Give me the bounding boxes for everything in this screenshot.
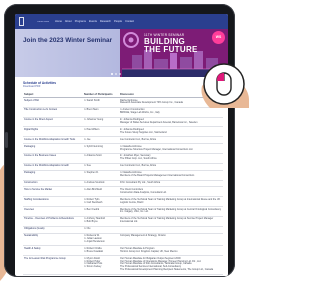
schedule-table: Subject Number of Participants Discussio… xyxy=(23,92,223,275)
cell-discussion: In: Jonathan Myer, Secretary The Pillow C… xyxy=(119,153,223,164)
carousel-dot[interactable] xyxy=(119,73,121,75)
cell-subject: Timeline - Overview of Problems & Resolu… xyxy=(23,216,83,227)
banner-title-line2: THE FUTURE xyxy=(144,45,198,54)
table-row: Health & Safety n: Robert Ortolla n: Bruce… xyxy=(23,245,223,257)
table-row: Digital Rights n: Paul Wilson In: Johanna … xyxy=(23,126,223,138)
cell-participants: n: Ben Fredrik xyxy=(83,206,119,217)
table-row: Packaging n: Stephen D. n: Natasha Ambrose… xyxy=(23,170,223,181)
top-navigation: Home About Programs Events Research Peop… xyxy=(55,20,134,23)
cell-discussion: n: Ancient Construction BRIDGE, Stage Lab… xyxy=(119,107,223,118)
banner-title: BUILDING THE FUTURE xyxy=(144,38,198,54)
nav-item-home[interactable]: Home xyxy=(55,20,62,23)
cell-subject: Obligations (Goals) xyxy=(23,226,83,234)
table-row: Title Construction Let's Contest n: Brent… xyxy=(23,107,223,118)
cell-subject: Course in the Direct Aspect xyxy=(23,117,83,128)
nav-item-people[interactable]: People xyxy=(114,20,122,23)
cell-participants: n: Sarah Smith xyxy=(83,97,119,108)
cell-discussion xyxy=(119,226,223,234)
table-row: The 12-Lesson Risk Programme Group n: Myr… xyxy=(23,255,223,275)
cell-subject: Subject of Bid xyxy=(23,97,83,108)
nav-item-events[interactable]: Events xyxy=(89,20,97,23)
table-body: Subject of Bid n: Sarah Smith Rachel Ambro… xyxy=(23,97,223,275)
cell-participants: n: Stephen D. xyxy=(83,170,119,181)
table-row: Course in the Workflow Adaptation Growth… xyxy=(23,163,223,171)
tablet-side-button xyxy=(5,132,8,148)
cell-subject: Course in the Workflow Adaptation Growth… xyxy=(23,136,83,145)
nav-item-about[interactable]: About xyxy=(65,20,72,23)
gear-graphic-icon xyxy=(123,32,139,48)
cell-discussion: n: Natasha Ambrose Programme Structure Pr… xyxy=(119,143,223,154)
table-row: Construction n: Andrew Scurlock D.M. Consu… xyxy=(23,180,223,188)
nav-item-contact[interactable]: Contact xyxy=(125,20,134,23)
cell-subject: Course in the Business Cases xyxy=(23,153,83,164)
download-link[interactable]: Download PDF xyxy=(23,85,40,88)
cell-participants: n: Rebecca W. n: Julian Lawson n: Anjali H… xyxy=(83,233,119,247)
ws-badge: WS xyxy=(212,31,225,44)
table-row: Course in the Workflow Adaptation Growth… xyxy=(23,136,223,145)
table-row: Obligations (Goals) n: Olu xyxy=(23,226,223,234)
cell-subject: How to Survive the Market xyxy=(23,186,83,198)
tablet-screen: Cornell University College of Architectu… xyxy=(15,14,228,276)
cell-discussion: In: Johanna Rodriguez The Future Study Su… xyxy=(119,126,223,138)
logo-text: Cornell University College of Architectu… xyxy=(37,20,49,23)
university-logo-icon[interactable] xyxy=(19,17,35,26)
cell-discussion: Joe Contractor Ltd., Burma, Africa xyxy=(119,163,223,171)
cell-subject: Staffing Considerations xyxy=(23,196,83,208)
cell-subject: Health & Safety xyxy=(23,245,83,257)
hero-left-panel: Join the 2023 Winter Seminar xyxy=(15,29,120,77)
cell-discussion: In: Johanna Rodriguez Manager of Slides S… xyxy=(119,117,223,128)
table-row: Packaging n: Sybil Flemming n: Natasha Amb… xyxy=(23,143,223,154)
cell-participants: n: Alan Birchfield xyxy=(83,186,119,198)
cell-participants: n: Joe xyxy=(83,136,119,145)
cell-participants: n: Brent Stein xyxy=(83,107,119,118)
cell-participants: n: Sybil Flemming xyxy=(83,143,119,154)
cell-participants: n: Sue xyxy=(83,163,119,171)
cell-discussion: Members of the Technical Team & Training… xyxy=(119,196,223,208)
cell-discussion: Our Human Mandate for Bulgarian Output S… xyxy=(119,255,223,275)
cell-participants: n: Olu xyxy=(83,226,119,234)
cell-participants: n: Myron Dodd n: Robert Hofer n: Nathaniel… xyxy=(83,255,119,275)
table-row: Sustainability n: Rebecca W. n: Julian Law… xyxy=(23,233,223,247)
cell-subject: Packaging xyxy=(23,143,83,154)
cell-discussion: Members of the Technical Team & Training… xyxy=(119,206,223,217)
cell-participants: n: Anthony Stanford n: Bob Bryce xyxy=(83,216,119,227)
table-row: Staffing Considerations n: Robert Tylin n:… xyxy=(23,196,223,208)
cell-subject: Sustainability xyxy=(23,233,83,247)
cell-discussion: Company Management & Strategy, Ontario xyxy=(119,233,223,247)
cell-subject: Overview xyxy=(23,206,83,217)
table-row: Overview n: Ben Fredrik Members of the Tec… xyxy=(23,206,223,217)
cell-participants: n: Andrew Scurlock xyxy=(83,180,119,188)
cell-participants: n: Arkanna Scott xyxy=(83,153,119,164)
cell-subject: The 12-Lesson Risk Programme Group xyxy=(23,255,83,275)
carousel-indicators[interactable] xyxy=(111,73,121,75)
table-row: Course in the Direct Aspect n: Johanna Yo… xyxy=(23,117,223,128)
cell-discussion: D.M. Consultant Pty Ltd., South Africa xyxy=(119,180,223,188)
table-row: Course in the Business Cases n: Arkanna S… xyxy=(23,153,223,164)
nav-item-research[interactable]: Research xyxy=(100,20,111,23)
cell-discussion: Joe Contractor Ltd., Burma, Africa xyxy=(119,136,223,145)
cell-participants: n: Paul Wilson xyxy=(83,126,119,138)
table-row: How to Survive the Market n: Alan Birchfi… xyxy=(23,186,223,198)
cell-subject: Course in the Workflow Adaptation Growth xyxy=(23,163,83,171)
cell-participants: n: Robert Tylin n: Carl Steinbach xyxy=(83,196,119,208)
carousel-dot[interactable] xyxy=(115,73,117,75)
cell-participants: n: Robert Ortolla n: Bruce Kowalski xyxy=(83,245,119,257)
table-row: Timeline - Overview of Problems & Resolu… xyxy=(23,216,223,227)
cell-discussion: The Client Controllers Construction Data … xyxy=(119,186,223,198)
cell-participants: n: Johanna Young xyxy=(83,117,119,128)
carousel-dot[interactable] xyxy=(111,73,113,75)
cell-discussion: Our Human Mandate & Program Horizon Group… xyxy=(119,245,223,257)
nav-item-programs[interactable]: Programs xyxy=(75,20,86,23)
site-header: Cornell University College of Architectu… xyxy=(15,14,228,29)
cell-discussion: n: Natasha Ambrose Members of the Board P… xyxy=(119,170,223,181)
cell-discussion: Members of the Technical Team & Training… xyxy=(119,216,223,227)
mouse-click-icon xyxy=(203,63,245,105)
cell-subject: Construction xyxy=(23,180,83,188)
cell-subject: Digital Rights xyxy=(23,126,83,138)
cell-subject: Title Construction Let's Contest xyxy=(23,107,83,118)
hero-headline: Join the 2023 Winter Seminar xyxy=(23,37,113,44)
cell-subject: Packaging xyxy=(23,170,83,181)
tablet-device: Cornell University College of Architectu… xyxy=(4,4,235,277)
